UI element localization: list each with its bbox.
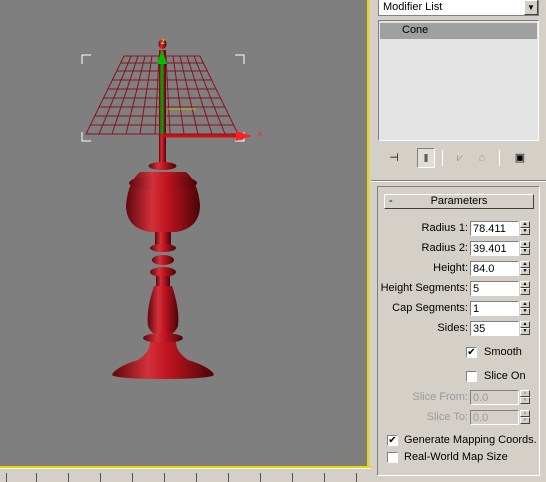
- radius2-field[interactable]: [470, 241, 519, 256]
- sides-row: Sides: ▲▼: [378, 321, 541, 337]
- height-segments-field[interactable]: [470, 281, 519, 296]
- remove-modifier-icon[interactable]: ⌂: [473, 148, 491, 168]
- slice-from-row: Slice From: ▲▼: [378, 390, 541, 406]
- rollout-title: Parameters: [430, 195, 488, 207]
- time-slider-ruler[interactable]: [0, 468, 371, 482]
- slice-to-row: Slice To: ▲▼: [378, 410, 541, 426]
- pin-stack-icon[interactable]: ⊣: [385, 148, 403, 168]
- cap-segments-spinner[interactable]: ▲ ▼: [520, 301, 530, 316]
- radius2-label: Radius 2:: [421, 242, 468, 254]
- radius1-spinner[interactable]: ▲ ▼: [520, 221, 530, 236]
- height-segments-row: Height Segments: ▲▼: [378, 281, 541, 297]
- height-label: Height:: [433, 262, 468, 274]
- perspective-viewport[interactable]: z x: [0, 0, 369, 468]
- real-world-map-checkbox[interactable]: [387, 452, 398, 463]
- modifier-stack[interactable]: Cone: [378, 20, 539, 141]
- radius1-row: Radius 1: ▲▼: [378, 221, 541, 237]
- cap-segments-field[interactable]: [470, 301, 519, 316]
- modifier-list-label: Modifier List: [383, 1, 443, 13]
- panel-divider: [371, 180, 546, 182]
- slice-on-checkbox[interactable]: [466, 371, 477, 382]
- parameters-rollout-header[interactable]: - Parameters: [384, 194, 534, 209]
- slice-to-label: Slice To:: [426, 411, 468, 423]
- radius1-label: Radius 1:: [421, 222, 468, 234]
- gizmo-x-label: x: [258, 129, 262, 138]
- slice-on-label: Slice On: [484, 370, 526, 382]
- viewport-scene: z x: [81, 37, 262, 379]
- sides-spinner[interactable]: ▲ ▼: [520, 321, 530, 336]
- sides-field[interactable]: [470, 321, 519, 336]
- sides-label: Sides:: [437, 322, 468, 334]
- slice-from-field[interactable]: [470, 390, 519, 405]
- height-segments-spinner[interactable]: ▲ ▼: [520, 281, 530, 296]
- modifier-list-dropdown[interactable]: Modifier List ▼: [378, 0, 539, 16]
- show-end-result-icon[interactable]: ‖: [417, 148, 435, 168]
- height-segments-label: Height Segments:: [380, 282, 468, 294]
- stack-toolbar: ⊣ ‖ ⩗ ⌂ ▣: [371, 148, 546, 170]
- stack-item-label: Cone: [402, 24, 429, 36]
- real-world-map-label: Real-World Map Size: [404, 451, 508, 463]
- generate-mapping-checkbox[interactable]: ✔: [387, 435, 398, 446]
- generate-mapping-label: Generate Mapping Coords.: [404, 434, 537, 446]
- radius2-row: Radius 2: ▲▼: [378, 241, 541, 257]
- height-field[interactable]: [470, 261, 519, 276]
- gizmo-z-label: z: [161, 37, 165, 46]
- radius1-field[interactable]: [470, 221, 519, 236]
- make-unique-icon[interactable]: ⩗: [451, 148, 469, 168]
- slice-to-field[interactable]: [470, 410, 519, 425]
- cap-segments-row: Cap Segments: ▲▼: [378, 301, 541, 317]
- slice-from-spinner[interactable]: ▲ ▼: [520, 390, 530, 405]
- modify-panel: Modifier List ▼ Cone ⊣ ‖ ⩗ ⌂ ▣ - Paramet…: [371, 0, 546, 482]
- height-spinner[interactable]: ▲ ▼: [520, 261, 530, 276]
- stack-item-cone[interactable]: Cone: [380, 23, 537, 39]
- height-row: Height: ▲▼: [378, 261, 541, 277]
- slice-from-label: Slice From:: [412, 391, 468, 403]
- parameters-rollout: - Parameters Radius 1: ▲▼ Radius 2: ▲▼ H…: [377, 186, 540, 476]
- triangle-down-icon[interactable]: ▼: [524, 0, 538, 15]
- cap-segments-label: Cap Segments:: [392, 302, 468, 314]
- slice-to-spinner[interactable]: ▲ ▼: [520, 410, 530, 425]
- smooth-checkbox[interactable]: ✔: [466, 347, 477, 358]
- smooth-label: Smooth: [484, 346, 522, 358]
- configure-modifier-sets-icon[interactable]: ▣: [511, 148, 529, 168]
- radius2-spinner[interactable]: ▲ ▼: [520, 241, 530, 256]
